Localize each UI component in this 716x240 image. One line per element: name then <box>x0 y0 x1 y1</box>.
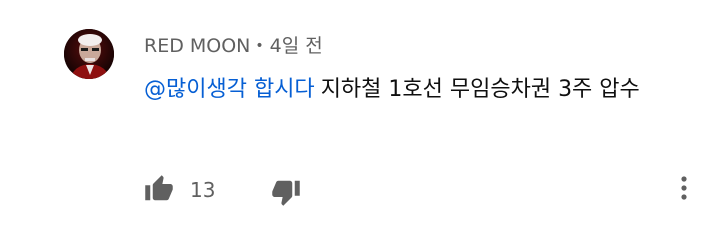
author-name[interactable]: RED MOON <box>144 35 250 57</box>
comment-header: RED MOON • 4일 전 <box>144 34 323 58</box>
avatar[interactable] <box>64 29 114 79</box>
comment-timestamp[interactable]: 4일 전 <box>270 35 323 57</box>
separator-dot: • <box>255 38 264 54</box>
dislike-button[interactable] <box>271 177 305 207</box>
comment-text: @많이생각 합시다 지하철 1호선 무임승차권 3주 압수 <box>144 72 699 108</box>
like-button[interactable] <box>144 174 178 204</box>
mention-link[interactable]: @많이생각 합시다 <box>144 77 315 102</box>
comment-body: 지하철 1호선 무임승차권 3주 압수 <box>320 77 640 102</box>
avatar-image <box>64 29 114 79</box>
comment-item: RED MOON • 4일 전 @많이생각 합시다 지하철 1호선 무임승차권 3주 … <box>0 0 716 240</box>
more-vertical-icon <box>681 176 687 200</box>
thumbs-up-icon <box>145 175 173 201</box>
like-count: 13 <box>190 178 216 202</box>
more-options-button[interactable] <box>674 174 694 206</box>
thumbs-down-icon <box>272 180 300 206</box>
